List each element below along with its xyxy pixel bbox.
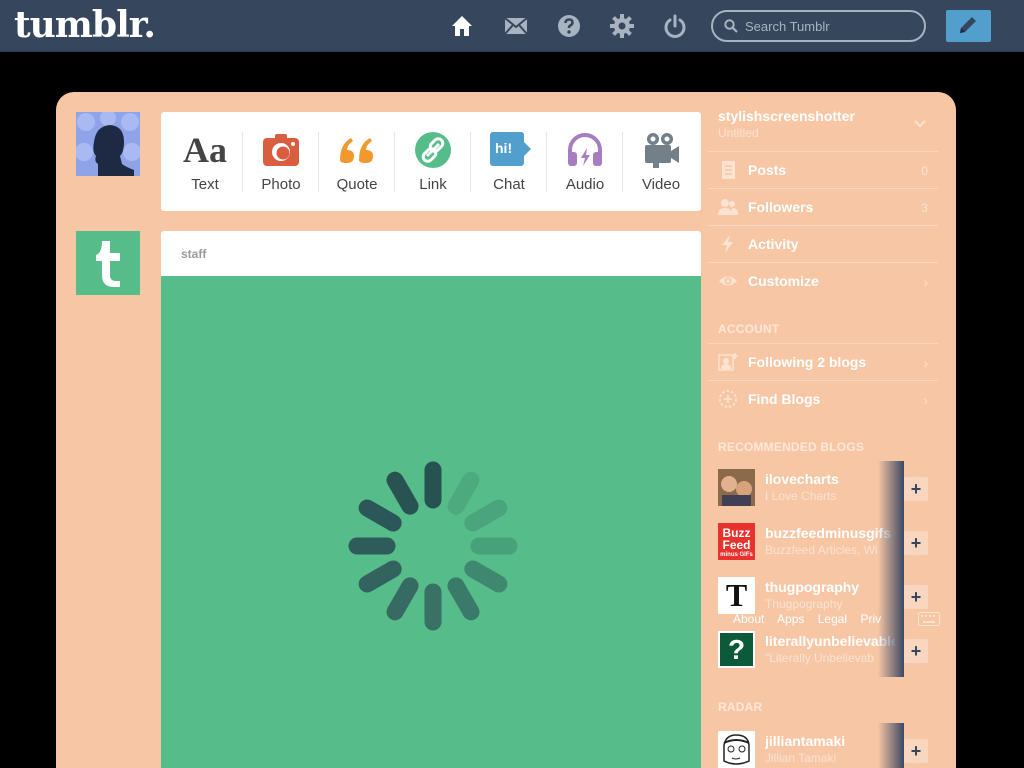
follow-button[interactable]: + [904,477,928,501]
sidebar-item-label: Posts [748,162,787,178]
blog-avatar: T [718,577,755,614]
blog-description: Thugpography [765,597,843,611]
search-input[interactable] [745,17,915,35]
post-type-label: Photo [261,176,301,193]
text-icon: Aa [183,130,227,170]
pencil-icon [960,17,976,33]
blog-name: ilovecharts [765,471,839,487]
add-person-icon [718,353,738,371]
post-type-text[interactable]: Aa Text [167,112,243,211]
post-type-label: Link [419,176,447,193]
post-type-label: Quote [336,176,378,193]
home-icon[interactable] [449,13,475,39]
footer-link-legal[interactable]: Legal [818,612,847,626]
sidebar-item-label: Customize [748,273,819,289]
post-image-loading [161,276,701,768]
chevron-right-icon: › [923,275,928,290]
search-icon [724,19,738,33]
help-icon[interactable] [556,13,582,39]
post-type-label: Video [641,176,681,193]
footer-link-apps[interactable]: Apps [777,612,804,626]
power-icon[interactable] [662,13,688,39]
follow-button[interactable]: + [904,531,928,555]
chat-icon: hi! [490,132,531,166]
user-avatar[interactable] [76,112,140,176]
sidebar-item-followers[interactable]: Followers 3 [708,188,938,224]
radar-blog[interactable]: jilliantamaki Jillian Tamaki + [708,723,938,768]
post-type-chat[interactable]: hi! Chat [471,112,547,211]
chevron-down-icon[interactable] [914,120,926,128]
video-camera-icon [645,133,679,168]
post-type-link[interactable]: Link [395,112,471,211]
blog-name: buzzfeedminusgifs [765,525,892,541]
account-heading: ACCOUNT [718,322,780,336]
post-type-video[interactable]: Video [623,112,699,211]
document-icon [722,161,735,179]
follow-button[interactable]: + [904,639,928,663]
blog-name[interactable]: stylishscreenshotter [718,108,855,124]
follow-button[interactable]: + [904,739,928,763]
blog-description: Buzzfeed Articles, Wi [765,543,878,557]
people-icon [718,199,738,215]
sidebar-item-find-blogs[interactable]: Find Blogs › [708,380,938,416]
blog-name: literallyunbelievable [765,633,895,649]
dashboard-post: staff [161,231,701,768]
followers-count: 3 [921,201,928,215]
blog-name: thugpography [765,579,860,595]
post-type-audio[interactable]: Audio [547,112,623,211]
sidebar-item-posts[interactable]: Posts 0 [708,151,938,187]
post-type-label: Chat [493,176,525,193]
sidebar-item-label: Followers [748,199,814,215]
post-type-photo[interactable]: Photo [243,112,319,211]
radar-heading: RADAR [718,700,763,714]
post-type-label: Audio [565,176,605,193]
keyboard-icon[interactable] [918,612,940,626]
camera-icon [263,134,299,166]
staff-avatar[interactable] [76,231,140,295]
post-type-quote[interactable]: Quote [319,112,395,211]
posts-count: 0 [921,164,928,178]
lightning-icon [722,235,733,253]
sidebar-item-label: Activity [748,236,799,252]
chevron-right-icon: › [923,393,928,408]
blog-description: I Love Charts [765,489,837,503]
blog-description: "Literally Unbelievab [765,651,874,665]
post-author[interactable]: staff [161,231,701,276]
chevron-right-icon: › [923,356,928,371]
eye-icon [719,276,737,286]
follow-button[interactable]: + [904,585,928,609]
sidebar-item-label: Find Blogs [748,391,821,407]
top-navigation-bar: tumblr. [0,0,1024,52]
sidebar-item-activity[interactable]: Activity [708,225,938,261]
footer-link-about[interactable]: About [733,612,764,626]
blog-avatar: ? [718,631,755,668]
mail-icon[interactable] [503,13,529,39]
blog-avatar [718,469,755,506]
tumblr-logo[interactable]: tumblr. [14,4,156,46]
blog-title: Untitled [718,126,759,140]
recommended-heading: RECOMMENDED BLOGS [718,440,865,454]
link-icon [415,132,451,168]
footer-links: About Apps Legal Priv [733,612,943,626]
search-box [711,10,926,42]
blog-description: Jillian Tamaki [765,751,837,765]
blog-avatar: Buzz Feed minus GIFs [718,523,755,560]
sidebar-item-customize[interactable]: Customize › [708,262,938,298]
post-type-label: Text [191,176,219,193]
dashboard-panel: Aa Text Photo Quote Link hi! Chat Audio … [56,92,956,768]
compose-post-button[interactable] [946,10,991,42]
post-type-bar: Aa Text Photo Quote Link hi! Chat Audio … [161,112,701,211]
gear-icon[interactable] [609,13,635,39]
blog-avatar [718,731,755,768]
loading-spinner-icon [348,461,518,631]
sidebar-item-label: Following 2 blogs [748,354,867,370]
sidebar-item-following[interactable]: Following 2 blogs › [708,343,938,379]
headphones-icon [568,133,602,166]
quote-icon [340,138,373,163]
compass-icon [719,390,737,408]
blog-name: jilliantamaki [765,733,846,749]
recommended-blog[interactable]: ? literallyunbelievable "Literally Unbel… [708,623,938,685]
